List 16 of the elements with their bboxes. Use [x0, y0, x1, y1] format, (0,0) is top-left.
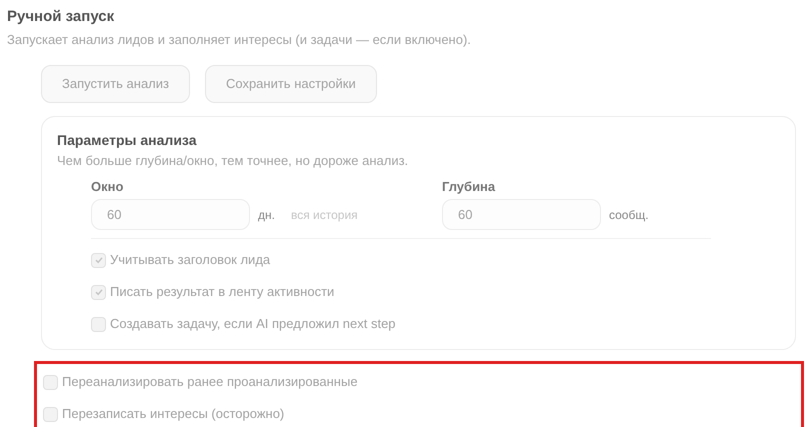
section-description: Запускает анализ лидов и заполняет интересы (и задачи — если включено). [6, 31, 472, 49]
checkbox-label: Переанализировать ранее проанализированные [62, 373, 358, 392]
card-description: Чем больше глубина/окно, тем точнее, но дороже анализ. [57, 152, 410, 170]
section-title: Ручной запуск [6, 7, 116, 27]
checkbox-label: Писать результат в ленту активности [110, 283, 334, 302]
card-title: Параметры анализа [57, 131, 198, 150]
unit-label: дн. [258, 206, 275, 224]
field-label: Глубина [442, 178, 496, 196]
unit-label: сообщ. [609, 206, 649, 224]
check-icon [94, 255, 104, 265]
field-label: Окно [91, 178, 124, 196]
hint-text: вся история [290, 206, 358, 224]
check-icon [94, 287, 104, 297]
checkbox-label: Перезаписать интересы (осторожно) [62, 405, 284, 424]
checkbox-label: Создавать задачу, если AI предложил next step [110, 315, 396, 334]
checkbox-label: Учитывать заголовок лида [110, 251, 270, 270]
